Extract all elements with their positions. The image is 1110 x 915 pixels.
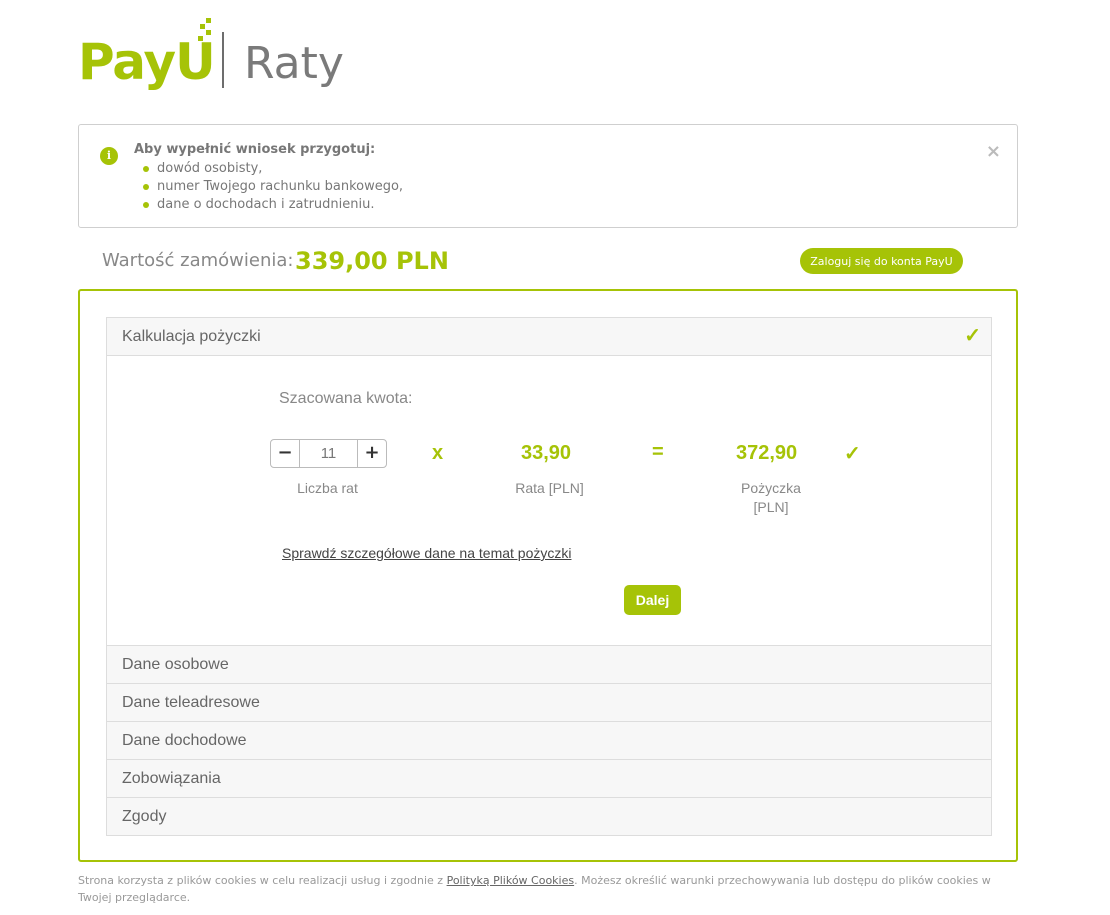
section-contact-data[interactable]: Dane teleadresowe xyxy=(107,684,991,722)
section-consents[interactable]: Zgody xyxy=(107,798,991,835)
section-income-data[interactable]: Dane dochodowe xyxy=(107,722,991,760)
next-button[interactable]: Dalej xyxy=(624,585,681,615)
check-icon: ✓ xyxy=(964,325,981,347)
installments-input[interactable] xyxy=(300,440,357,467)
increase-installments-button[interactable]: + xyxy=(357,440,386,467)
estimate-label: Szacowana kwota: xyxy=(279,390,413,407)
equals-sign: = xyxy=(652,441,664,463)
decrease-installments-button[interactable]: − xyxy=(271,440,300,467)
logo-divider xyxy=(222,32,224,88)
info-title: Aby wypełnić wniosek przygotuj: xyxy=(134,142,376,157)
loan-amount-label: Pożyczka [PLN] xyxy=(719,479,823,517)
application-form: Kalkulacja pożyczki ✓ Szacowana kwota: −… xyxy=(78,289,1018,862)
installments-label: Liczba rat xyxy=(297,480,358,496)
section-personal-data[interactable]: Dane osobowe xyxy=(107,646,991,684)
section-obligations[interactable]: Zobowiązania xyxy=(107,760,991,798)
multiply-sign: x xyxy=(432,442,444,464)
close-icon[interactable]: × xyxy=(986,141,1001,162)
info-list-item: numer Twojego rachunku bankowego, xyxy=(143,178,403,196)
order-value-amount: 339,00 PLN xyxy=(295,247,449,275)
form-accordion: Kalkulacja pożyczki ✓ Szacowana kwota: −… xyxy=(106,317,992,836)
loan-label-unit: [PLN] xyxy=(753,499,789,515)
info-list-item: dowód osobisty, xyxy=(143,160,403,178)
loan-details-link[interactable]: Sprawdź szczegółowe dane na temat pożycz… xyxy=(282,545,571,561)
section-title: Kalkulacja pożyczki xyxy=(122,328,261,345)
loan-amount: 372,90 xyxy=(736,442,798,464)
info-icon: i xyxy=(100,147,118,165)
info-list-item: dane o dochodach i zatrudnieniu. xyxy=(143,196,403,214)
installment-amount: 33,90 xyxy=(521,442,572,464)
cookie-policy-link[interactable]: Polityką Plików Cookies xyxy=(447,874,575,887)
loan-calculation-body: Szacowana kwota: − + Liczba rat x 33,90 … xyxy=(107,356,991,646)
installments-stepper: − + xyxy=(270,439,387,468)
loan-label-line: Pożyczka xyxy=(741,480,801,496)
cookie-text: Strona korzysta z plików cookies w celu … xyxy=(78,874,447,887)
info-list: dowód osobisty, numer Twojego rachunku b… xyxy=(143,160,403,214)
check-icon: ✓ xyxy=(844,443,861,465)
login-payu-button[interactable]: Zaloguj się do konta PayU xyxy=(800,248,963,274)
section-loan-calculation[interactable]: Kalkulacja pożyczki ✓ xyxy=(107,318,991,356)
installment-amount-label: Rata [PLN] xyxy=(515,480,584,496)
brand-logo-text: PayU xyxy=(78,33,216,91)
order-value-label: Wartość zamówienia: xyxy=(102,250,294,271)
info-notice: i Aby wypełnić wniosek przygotuj: dowód … xyxy=(78,124,1018,228)
cookie-notice: Strona korzysta z plików cookies w celu … xyxy=(78,872,1018,906)
product-name: Raty xyxy=(244,38,344,89)
logo-dots-icon xyxy=(198,18,214,48)
